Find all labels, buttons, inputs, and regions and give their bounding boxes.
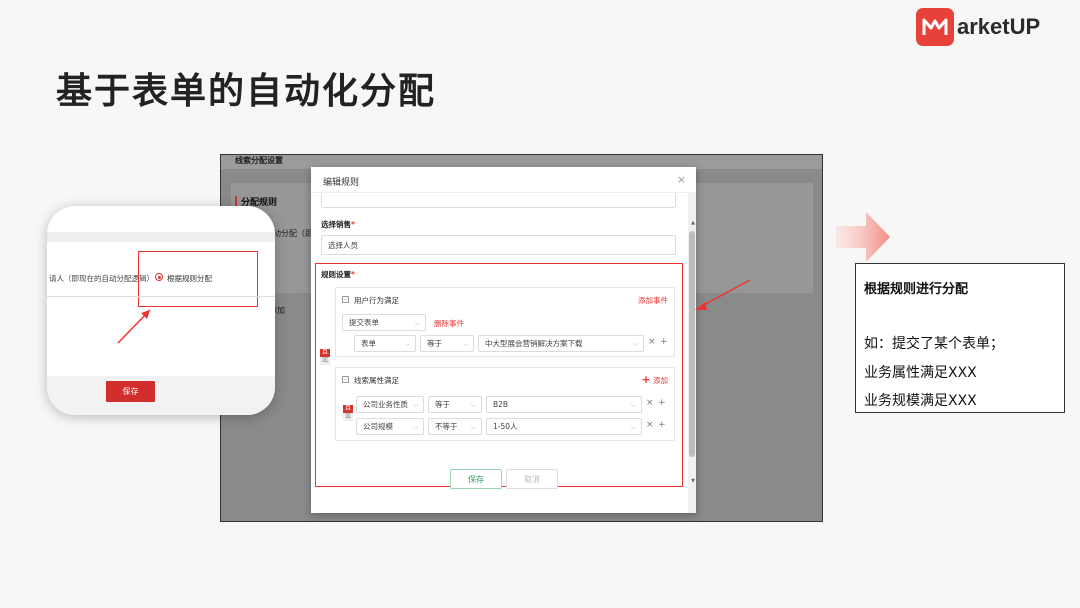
description-title: 根据规则进行分配 <box>864 282 969 297</box>
description-box: 根据规则进行分配 如：提交了某个表单； 业务属性满足XXX 业务规模满足XXX <box>855 263 1065 413</box>
description-line: 业务属性满足XXX <box>864 365 977 381</box>
arrow-right-icon <box>836 212 890 262</box>
slide: arketUP 基于表单的自动化分配 线索分配设置 分配规则 动分配（即 添加 … <box>0 0 1080 608</box>
description-line: 如：提交了某个表单； <box>864 336 1004 352</box>
description-line: 业务规模满足XXX <box>864 393 977 409</box>
